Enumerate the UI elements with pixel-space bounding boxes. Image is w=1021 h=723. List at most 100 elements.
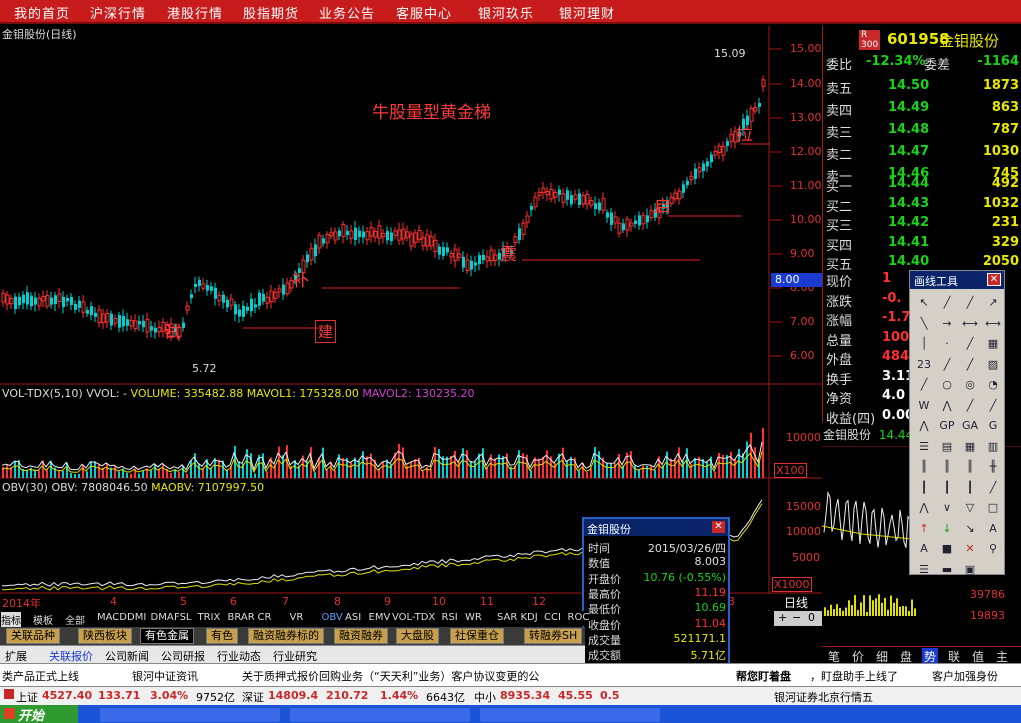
sector-tab[interactable]: 大盘股: [396, 628, 439, 644]
indicator-tab[interactable]: BRAR: [228, 612, 255, 623]
trend-icon[interactable]: ╱: [914, 375, 934, 395]
period-label[interactable]: 日线: [784, 594, 808, 611]
bid-row[interactable]: 买一 14.44 492: [826, 176, 1021, 195]
double-arrow-icon[interactable]: ⟷: [960, 314, 980, 334]
indicator-tab[interactable]: ASI: [345, 612, 361, 623]
triangle-up-icon[interactable]: ⋀: [914, 498, 934, 518]
bar2-icon[interactable]: ┃: [937, 478, 957, 498]
taskbar-window-button[interactable]: [100, 708, 280, 722]
fan2-icon[interactable]: ╱: [983, 396, 1003, 416]
period3-icon[interactable]: ║: [960, 457, 980, 477]
indicator-tab[interactable]: 指标: [1, 612, 21, 627]
indicator-tab[interactable]: RSI: [442, 612, 458, 623]
indicator-tab[interactable]: 全部: [65, 612, 85, 627]
period-icon[interactable]: ║: [914, 457, 934, 477]
ticker-item[interactable]: 关于质押式报价回购业务（“天天利”业务）客户协议变更的公: [242, 668, 539, 684]
indicator-tab[interactable]: DMI: [127, 612, 146, 623]
nav-service-center[interactable]: 客服中心: [396, 3, 452, 22]
parallel2-icon[interactable]: ╱: [960, 355, 980, 375]
nav-futures[interactable]: 股指期货: [243, 3, 299, 22]
bar-icon[interactable]: ┃: [914, 478, 934, 498]
text-bold-icon[interactable]: A: [914, 539, 934, 559]
arrow-up-icon[interactable]: ↑: [914, 519, 934, 539]
grid-icon[interactable]: ▦: [983, 334, 1003, 354]
nav-yinhe-jiule[interactable]: 银河玖乐: [478, 3, 534, 22]
triangle-down-icon[interactable]: ▽: [960, 498, 980, 518]
number-icon[interactable]: 23: [914, 355, 934, 375]
peak-icon[interactable]: ⋀: [914, 416, 934, 436]
blank-icon[interactable]: [983, 560, 1003, 580]
speed-icon[interactable]: ╱: [983, 478, 1003, 498]
bar3-icon[interactable]: ┃: [960, 478, 980, 498]
indicator-tab[interactable]: VR: [290, 612, 304, 623]
sector-tab[interactable]: 关联品种: [6, 628, 60, 644]
segment-icon[interactable]: ╱: [960, 293, 980, 313]
taskbar-window-button[interactable]: [290, 708, 470, 722]
indicator-tab[interactable]: 模板: [33, 612, 53, 627]
ask-row[interactable]: 卖三 14.48 787: [826, 122, 1021, 141]
ticker-item[interactable]: 银河中证资讯: [132, 668, 198, 684]
fib2-icon[interactable]: ▤: [937, 437, 957, 457]
block-icon[interactable]: ■: [937, 539, 957, 559]
ruler-icon[interactable]: ▬: [937, 560, 957, 580]
indicator-tab[interactable]: FSL: [174, 612, 192, 623]
period2-icon[interactable]: ║: [937, 457, 957, 477]
arc-icon[interactable]: ◔: [983, 375, 1003, 395]
gann-icon[interactable]: GP: [937, 416, 957, 436]
sector-tab[interactable]: 社保重仓: [450, 628, 504, 644]
arrow-line-icon[interactable]: ↗: [983, 293, 1003, 313]
rectangle-icon[interactable]: □: [983, 498, 1003, 518]
close-icon[interactable]: ✕: [712, 521, 725, 533]
vertical-line-icon[interactable]: │: [914, 334, 934, 354]
ask-row[interactable]: 卖二 14.47 1030: [826, 144, 1021, 163]
ticker-item[interactable]: 帮您盯着盘: [736, 668, 791, 684]
fan-icon[interactable]: ╱: [960, 396, 980, 416]
ask-row[interactable]: 卖五 14.50 1873: [826, 78, 1021, 97]
gann-grid-icon[interactable]: G: [983, 416, 1003, 436]
fill-icon[interactable]: ▨: [983, 355, 1003, 375]
gann-angle-icon[interactable]: GA: [960, 416, 980, 436]
indicator-tab[interactable]: CCI: [544, 612, 561, 623]
sector-tab[interactable]: 陕西板块: [78, 628, 132, 644]
fib-icon[interactable]: ☰: [914, 437, 934, 457]
bar-info-titlebar[interactable]: 金钼股份 ✕: [584, 519, 728, 536]
zoom-in-icon[interactable]: +: [778, 611, 787, 624]
dot-icon[interactable]: ·: [937, 334, 957, 354]
sector-tab[interactable]: 融资融券: [334, 628, 388, 644]
sector-tab[interactable]: 有色金属: [140, 628, 194, 644]
close-icon[interactable]: ✕: [987, 273, 1001, 286]
text-icon[interactable]: A: [983, 519, 1003, 539]
circle-icon[interactable]: ○: [937, 375, 957, 395]
indicator-tab[interactable]: SAR: [497, 612, 517, 623]
nav-yinhe-finance[interactable]: 银河理财: [559, 3, 615, 22]
magnet-icon[interactable]: ⚲: [983, 539, 1003, 559]
chevron-down-icon[interactable]: ∨: [937, 498, 957, 518]
bi-ray-icon[interactable]: ⟷: [983, 314, 1003, 334]
ray-icon[interactable]: →: [937, 314, 957, 334]
line-icon[interactable]: ╱: [937, 293, 957, 313]
fib3-icon[interactable]: ▦: [960, 437, 980, 457]
start-button[interactable]: 开始: [0, 705, 78, 723]
list-icon[interactable]: ☰: [914, 560, 934, 580]
picture-icon[interactable]: ▣: [960, 560, 980, 580]
ticker-item[interactable]: ，盯盘助手上线了: [810, 668, 898, 684]
sector-tab[interactable]: 转融券SH: [524, 628, 583, 644]
arrow-diag-icon[interactable]: ↘: [960, 519, 980, 539]
indicator-tab[interactable]: MACD: [97, 612, 127, 623]
bid-row[interactable]: 买二 14.43 1032: [826, 196, 1021, 215]
period4-icon[interactable]: ╫: [983, 457, 1003, 477]
wave-icon[interactable]: W: [914, 396, 934, 416]
parallel-icon[interactable]: ╱: [937, 355, 957, 375]
nav-announcements[interactable]: 业务公告: [319, 3, 375, 22]
indicator-tab[interactable]: OBV: [322, 612, 343, 623]
nav-hk-quotes[interactable]: 港股行情: [167, 3, 223, 22]
indicator-tab[interactable]: EMV: [369, 612, 391, 623]
bid-row[interactable]: 买三 14.42 231: [826, 215, 1021, 234]
zoom-out-icon[interactable]: −: [792, 611, 801, 624]
target-icon[interactable]: ◎: [960, 375, 980, 395]
select-icon[interactable]: ↖: [914, 293, 934, 313]
slash-icon[interactable]: ╲: [914, 314, 934, 334]
channel-icon[interactable]: ╱: [960, 334, 980, 354]
indicator-tab[interactable]: CR: [258, 612, 272, 623]
indicator-tab[interactable]: DMA: [151, 612, 174, 623]
